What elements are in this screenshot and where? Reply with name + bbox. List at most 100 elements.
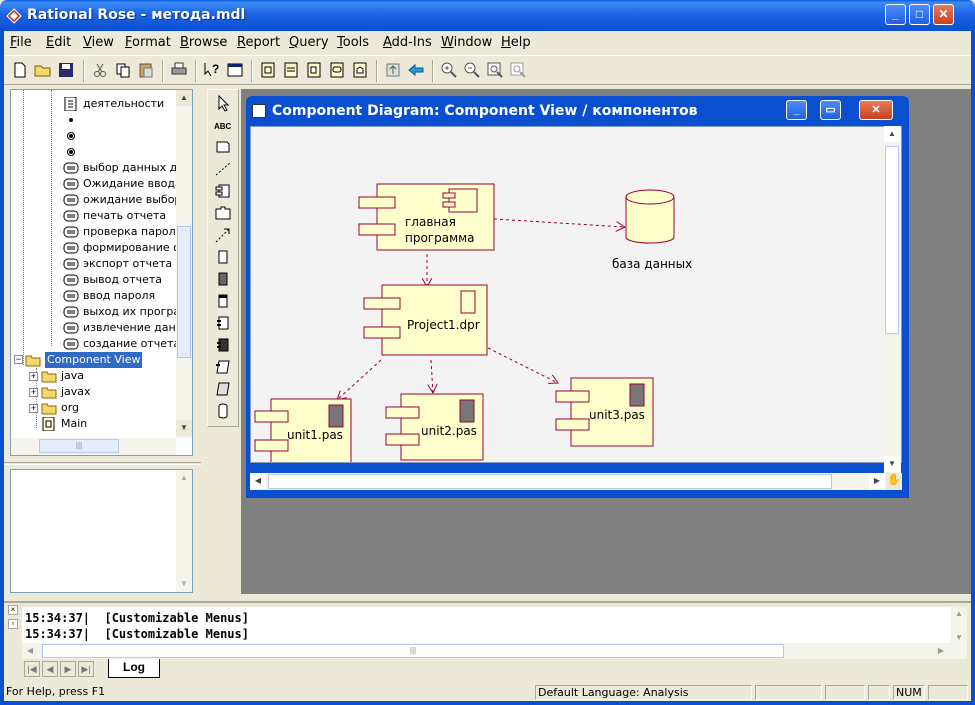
diagram-horizontal-scrollbar[interactable]: ◀ ▶ (250, 473, 886, 490)
database-component[interactable] (625, 189, 675, 244)
scroll-down-arrow-icon[interactable]: ▼ (884, 456, 900, 472)
title-bar[interactable]: Rational Rose - метода.mdl _ □ ✕ (0, 0, 975, 31)
browse-previous-diagram-icon[interactable] (406, 60, 426, 80)
dependency-project-to-unit2[interactable] (431, 359, 433, 393)
zoom-out-icon[interactable] (462, 60, 482, 80)
scroll-up-arrow-icon[interactable]: ▲ (176, 90, 192, 106)
menu-window[interactable]: Window (441, 35, 492, 50)
log-tab[interactable]: Log (108, 659, 160, 678)
browse-component-diagram-icon[interactable] (304, 60, 324, 80)
diagram-close-button[interactable]: ✕ (859, 100, 893, 120)
pane-splitter[interactable] (4, 462, 201, 465)
dependency-main-to-database[interactable] (493, 218, 625, 227)
package-spec-tool-icon[interactable] (214, 314, 232, 332)
scroll-down-arrow-icon[interactable]: ▼ (176, 576, 192, 592)
diagram-vertical-scrollbar[interactable]: ▲ ▼ (884, 126, 901, 473)
dependency-project-to-unit1[interactable] (337, 359, 382, 400)
database-tool-icon[interactable] (214, 402, 232, 420)
scroll-left-arrow-icon[interactable]: ◀ (250, 473, 266, 489)
open-folder-icon[interactable] (33, 60, 53, 80)
expand-toggle[interactable]: + (29, 388, 38, 397)
zoom-in-icon[interactable] (439, 60, 459, 80)
diagram-minimize-button[interactable]: _ (786, 100, 807, 120)
browse-deployment-diagram-icon[interactable] (350, 60, 370, 80)
log-vertical-scrollbar[interactable]: ▲ ▼ (951, 607, 967, 659)
log-horizontal-scrollbar[interactable]: ◀ ||| ▶ (22, 643, 951, 659)
scrollbar-thumb[interactable] (885, 146, 899, 334)
new-file-icon[interactable] (10, 60, 30, 80)
scroll-down-arrow-icon[interactable]: ▼ (951, 631, 967, 645)
next-tab-icon[interactable]: ▶ (60, 661, 76, 677)
browser-horizontal-scrollbar[interactable]: ||| (11, 438, 176, 455)
subprogram-spec-tool-icon[interactable] (214, 292, 232, 310)
component-diagram-window[interactable]: Component Diagram: Component View / комп… (246, 96, 909, 498)
copy-icon[interactable] (113, 60, 133, 80)
diagram-restore-button[interactable]: ▭ (820, 100, 841, 120)
scroll-right-arrow-icon[interactable]: ▶ (933, 643, 949, 659)
main-program-tool-icon[interactable] (214, 248, 232, 266)
scroll-down-arrow-icon[interactable]: ▼ (176, 420, 192, 436)
maximize-button[interactable]: □ (909, 4, 930, 25)
browse-statechart-diagram-icon[interactable] (327, 60, 347, 80)
menu-file[interactable]: File (10, 35, 32, 50)
component-tool-icon[interactable] (214, 182, 232, 200)
menu-browse[interactable]: Browse (180, 35, 227, 50)
subprogram-body-tool-icon[interactable] (214, 270, 232, 288)
task-spec-tool-icon[interactable] (214, 358, 232, 376)
rational-rose-app-icon[interactable] (6, 8, 22, 24)
menu-view[interactable]: View (83, 35, 114, 50)
scrollbar-thumb[interactable]: ||| (39, 439, 119, 453)
menu-add-ins[interactable]: Add-Ins (383, 35, 432, 50)
last-tab-icon[interactable]: ▶| (78, 661, 94, 677)
first-tab-icon[interactable]: |◀ (24, 661, 40, 677)
menu-format[interactable]: Format (125, 35, 171, 50)
menu-query[interactable]: Query (289, 35, 329, 50)
model-browser[interactable]: деятельности выбор данных для Ожидание вв… (10, 89, 193, 456)
package-tool-icon[interactable] (214, 204, 232, 222)
scrollbar-thumb[interactable] (177, 226, 191, 358)
menu-tools[interactable]: Tools (337, 35, 369, 50)
scrollbar-thumb[interactable] (268, 474, 832, 489)
browse-class-diagram-icon[interactable] (258, 60, 278, 80)
diagram-canvas[interactable]: главная программа база данных Project1.d… (250, 126, 902, 463)
task-body-tool-icon[interactable] (214, 380, 232, 398)
paste-icon[interactable] (136, 60, 156, 80)
scroll-up-arrow-icon[interactable]: ▲ (176, 470, 192, 486)
log-restore-icon[interactable]: ▫ (8, 619, 18, 629)
minimize-button[interactable]: _ (885, 4, 906, 25)
log-window-handle[interactable]: × ▫ (6, 605, 18, 635)
fit-in-window-icon[interactable] (485, 60, 505, 80)
scroll-right-arrow-icon[interactable]: ▶ (869, 473, 885, 489)
scroll-left-arrow-icon[interactable]: ◀ (22, 643, 38, 659)
dependency-tool-icon[interactable] (214, 226, 232, 244)
view-documentation-icon[interactable] (225, 60, 245, 80)
browse-parent-icon[interactable] (383, 60, 403, 80)
browse-interaction-diagram-icon[interactable] (281, 60, 301, 80)
dependency-project-to-unit3[interactable] (487, 347, 558, 383)
note-icon[interactable] (214, 138, 232, 156)
cut-icon[interactable] (90, 60, 110, 80)
collapse-toggle[interactable]: − (14, 355, 23, 364)
context-help-icon[interactable]: ? (202, 60, 222, 80)
scroll-up-arrow-icon[interactable]: ▲ (951, 607, 967, 621)
close-button[interactable]: ✕ (933, 4, 954, 25)
browser-vertical-scrollbar[interactable]: ▲ ▼ (176, 90, 192, 438)
previous-tab-icon[interactable]: ◀ (42, 661, 58, 677)
save-icon[interactable] (56, 60, 76, 80)
documentation-pane[interactable]: ▲ ▼ (10, 469, 193, 593)
undo-fit-in-window-icon[interactable] (508, 60, 528, 80)
menu-help[interactable]: Help (501, 35, 531, 50)
log-close-icon[interactable]: × (8, 605, 18, 615)
anchor-note-icon[interactable] (214, 160, 232, 178)
expand-toggle[interactable]: + (29, 372, 38, 381)
package-body-tool-icon[interactable] (214, 336, 232, 354)
log-text-area[interactable]: 15:34:37| [Customizable Menus] 15:34:37|… (22, 607, 951, 647)
menu-edit[interactable]: Edit (46, 35, 71, 50)
scrollbar-thumb[interactable]: ||| (42, 644, 784, 658)
selection-arrow-icon[interactable] (214, 94, 232, 112)
menu-report[interactable]: Report (237, 35, 280, 50)
log-window[interactable]: × ▫ 15:34:37| [Customizable Menus] 15:34… (4, 601, 971, 681)
text-box-icon[interactable]: ABC (214, 116, 232, 134)
expand-toggle[interactable]: + (29, 404, 38, 413)
documentation-scrollbar[interactable]: ▲ ▼ (176, 470, 192, 592)
